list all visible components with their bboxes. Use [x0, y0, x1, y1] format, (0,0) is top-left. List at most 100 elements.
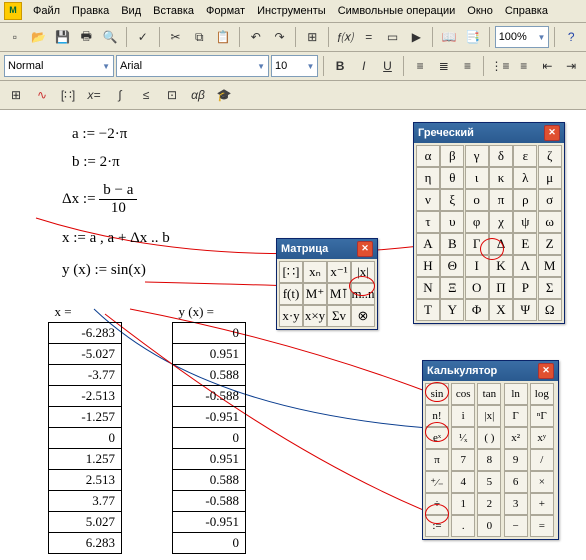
greek-cell-Ψ[interactable]: Ψ	[513, 299, 537, 321]
calc-cell[interactable]: 8	[477, 449, 501, 471]
greek-cell-Χ[interactable]: Χ	[489, 299, 513, 321]
greek-cell-ο[interactable]: ο	[465, 189, 489, 211]
print-icon[interactable]: 🖶	[75, 25, 97, 49]
calc-cell[interactable]: =	[530, 515, 554, 537]
greek-cell-ζ[interactable]: ζ	[538, 145, 562, 167]
menu-format[interactable]: Формат	[201, 3, 250, 19]
matrix-cell[interactable]: M⊺	[327, 283, 351, 305]
paste-icon[interactable]: 📋	[212, 25, 234, 49]
matrix-cell[interactable]: x⁻¹	[327, 261, 351, 283]
greek-cell-φ[interactable]: φ	[465, 211, 489, 233]
indent-out-icon[interactable]: ⇤	[537, 54, 559, 78]
greek-cell-θ[interactable]: θ	[440, 167, 464, 189]
calc-cell[interactable]: |x|	[477, 405, 501, 427]
numbers-icon[interactable]: ≡	[513, 54, 535, 78]
calc-cell[interactable]: n!	[425, 405, 449, 427]
matrix-range-cell[interactable]: m..n	[351, 283, 375, 305]
table-y[interactable]: y (x) = 00.951 0.588-0.588 -0.9510 0.951…	[172, 302, 246, 554]
spell-icon[interactable]: ✓	[132, 25, 154, 49]
greek-cell-σ[interactable]: σ	[538, 189, 562, 211]
eq-b[interactable]: b := 2·π	[72, 154, 120, 171]
matrix-cell[interactable]: ⊗	[351, 305, 375, 327]
calc-cell[interactable]: +	[530, 493, 554, 515]
calc-cell[interactable]: xʸ	[530, 427, 554, 449]
greek-toolbar-icon[interactable]: αβ	[186, 83, 210, 107]
greek-cell-υ[interactable]: υ	[440, 211, 464, 233]
calc-cell[interactable]: ⁺⁄₋	[425, 471, 449, 493]
undo-icon[interactable]: ↶	[245, 25, 267, 49]
greek-cell-Γ[interactable]: Γ	[465, 233, 489, 255]
calc-cell[interactable]: .	[451, 515, 475, 537]
matrix-cell[interactable]: xₙ	[303, 261, 327, 283]
graph-toolbar-icon[interactable]: ∿	[30, 83, 54, 107]
redo-icon[interactable]: ↷	[269, 25, 291, 49]
calc-cell[interactable]: 6	[504, 471, 528, 493]
greek-cell-Ρ[interactable]: Ρ	[513, 277, 537, 299]
greek-cell-η[interactable]: η	[416, 167, 440, 189]
matrix-cell[interactable]: Σv	[327, 305, 351, 327]
calc-cell[interactable]: ×	[530, 471, 554, 493]
calc-cell[interactable]: ÷	[425, 493, 449, 515]
greek-cell-α[interactable]: α	[416, 145, 440, 167]
matrix-toolbar-icon[interactable]: [∷]	[56, 83, 80, 107]
calc-cell[interactable]: sin	[425, 383, 449, 405]
menu-symbolic[interactable]: Символьные операции	[333, 3, 461, 19]
copy-icon[interactable]: ⧉	[188, 25, 210, 49]
calc-cell[interactable]: 5	[477, 471, 501, 493]
eq-x[interactable]: x := a , a + Δx .. b	[62, 230, 170, 247]
eq-y[interactable]: y (x) := sin(x)	[62, 262, 146, 279]
evaluation-icon[interactable]: x=	[82, 83, 106, 107]
calc-cell[interactable]: 9	[504, 449, 528, 471]
size-select[interactable]: 10▼	[271, 55, 318, 77]
cut-icon[interactable]: ✂	[165, 25, 187, 49]
greek-cell-Η[interactable]: Η	[416, 255, 440, 277]
calc-cell[interactable]: x²	[504, 427, 528, 449]
menu-insert[interactable]: Вставка	[148, 3, 199, 19]
align-center-icon[interactable]: ≣	[433, 54, 455, 78]
italic-icon[interactable]: I	[353, 54, 375, 78]
style-select[interactable]: Normal▼	[4, 55, 114, 77]
menu-help[interactable]: Справка	[500, 3, 553, 19]
greek-cell-λ[interactable]: λ	[513, 167, 537, 189]
matrix-cell[interactable]: x×y	[303, 305, 327, 327]
greek-cell-κ[interactable]: κ	[489, 167, 513, 189]
help2-icon[interactable]: 📑	[462, 25, 484, 49]
greek-cell-Δ[interactable]: Δ	[489, 233, 513, 255]
table-x[interactable]: x = -6.283-5.027 -3.77-2.513 -1.2570 1.2…	[48, 302, 122, 554]
calc-cell[interactable]: π	[425, 449, 449, 471]
greek-cell-Ι[interactable]: Ι	[465, 255, 489, 277]
calc-cell[interactable]: ¹⁄ₓ	[451, 427, 475, 449]
menu-edit[interactable]: Правка	[67, 3, 114, 19]
matrix-cell[interactable]: |x|	[351, 261, 375, 283]
greek-cell-Φ[interactable]: Φ	[465, 299, 489, 321]
book-icon[interactable]: 📖	[438, 25, 460, 49]
close-icon[interactable]: ✕	[538, 363, 554, 379]
greek-cell-ψ[interactable]: ψ	[513, 211, 537, 233]
calc-cell[interactable]: /	[530, 449, 554, 471]
calc-cell[interactable]: eˣ	[425, 427, 449, 449]
matrix-palette[interactable]: Матрица✕ [∷] xₙ x⁻¹ |x| f(t) M⁺ M⊺ m..n …	[276, 238, 378, 330]
new-icon[interactable]: ▫	[4, 25, 26, 49]
close-icon[interactable]: ✕	[544, 125, 560, 141]
symbolic-toolbar-icon[interactable]: 🎓	[212, 83, 236, 107]
equal-icon[interactable]: =	[358, 25, 380, 49]
calculator-toolbar-icon[interactable]: ⊞	[4, 83, 28, 107]
greek-cell-ξ[interactable]: ξ	[440, 189, 464, 211]
align-node-icon[interactable]: ⊞	[301, 25, 323, 49]
zoom-select[interactable]: 100%▼	[495, 26, 550, 48]
menu-tools[interactable]: Инструменты	[252, 3, 331, 19]
component-icon[interactable]: ▭	[382, 25, 404, 49]
greek-cell-Υ[interactable]: Υ	[440, 299, 464, 321]
greek-cell-χ[interactable]: χ	[489, 211, 513, 233]
calc-cell[interactable]: i	[451, 405, 475, 427]
greek-cell-Ο[interactable]: Ο	[465, 277, 489, 299]
greek-cell-Π[interactable]: Π	[489, 277, 513, 299]
font-select[interactable]: Arial▼	[116, 55, 269, 77]
greek-cell-δ[interactable]: δ	[489, 145, 513, 167]
menu-file[interactable]: Файл	[28, 3, 65, 19]
greek-cell-Λ[interactable]: Λ	[513, 255, 537, 277]
calc-cell[interactable]: 0	[477, 515, 501, 537]
calc-cell[interactable]: ( )	[477, 427, 501, 449]
calc-cell[interactable]: Γ	[504, 405, 528, 427]
fx-icon[interactable]: f⒳	[334, 25, 356, 49]
